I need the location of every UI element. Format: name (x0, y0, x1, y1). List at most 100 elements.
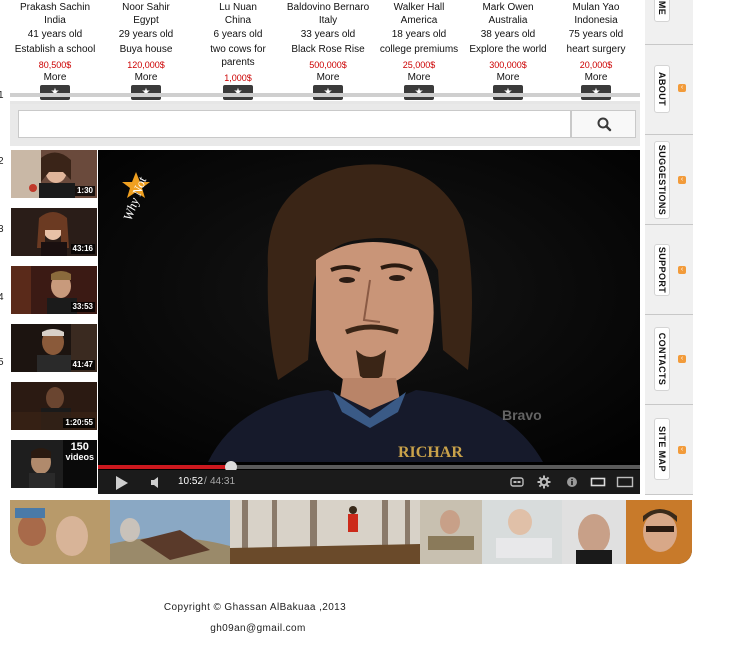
more-link[interactable]: More (283, 72, 373, 84)
row-number: 4 (0, 292, 4, 303)
person-age: 29 years old (118, 29, 174, 40)
person-card: Noor Sahir Egypt 29 years old Buya house… (101, 0, 191, 104)
video-thumbnail[interactable]: 33:53 (11, 266, 97, 314)
video-frame[interactable]: RICHAR Why Not Bravo (98, 150, 640, 462)
video-thumbnail[interactable]: 1:30 (11, 150, 97, 198)
tab-text: SUGGESTIONS (657, 144, 667, 216)
person-name: Baldovino Bernaro (286, 2, 370, 13)
tab-text: ME (657, 0, 667, 16)
row-number: 2 (0, 156, 4, 167)
time-separator: / (204, 476, 207, 487)
tab-support[interactable]: SUPPORT ‹ (645, 225, 693, 315)
person-goal: Buya house (119, 44, 173, 55)
tab-label[interactable]: SUGGESTIONS (654, 141, 670, 219)
row-number: 1 (0, 90, 4, 101)
tab-text: SITE MAP (657, 426, 667, 472)
tab-site-map[interactable]: SITE MAP ‹ (645, 405, 693, 495)
more-link[interactable]: More (374, 72, 464, 84)
row-number: 5 (0, 357, 4, 368)
more-link[interactable]: More (551, 72, 641, 84)
person-country: Italy (318, 15, 338, 26)
person-name: Lu Nuan (219, 2, 257, 13)
arrow-left-icon: ‹ (678, 84, 686, 92)
video-duration: 33:53 (70, 302, 95, 312)
progress-fill (98, 465, 231, 469)
banner-collage (10, 500, 692, 564)
search-button[interactable] (571, 110, 636, 138)
play-icon[interactable] (116, 476, 128, 490)
video-duration: 1:30 (74, 186, 95, 196)
person-country: India (44, 15, 66, 26)
info-icon[interactable] (566, 475, 578, 489)
person-amount: 500,000$ (309, 60, 347, 70)
person-card: Lu Nuan China 6 years old two cows for p… (193, 0, 283, 104)
video-thumbnail-list: 1:30 43:16 33:53 41:47 1:20:55 150 video… (10, 148, 98, 494)
playlist-thumbnail[interactable]: 150 videos (11, 440, 97, 488)
captions-icon[interactable] (510, 475, 524, 489)
shirt-print: RICHAR (398, 444, 463, 461)
person-goal: Establish a school (14, 44, 96, 55)
person-card: Walker Hall America 18 years old college… (374, 0, 464, 104)
video-thumbnail[interactable]: 41:47 (11, 324, 97, 372)
person-amount: 300,000$ (489, 60, 527, 70)
person-amount: 20,000$ (579, 60, 613, 70)
person-goal: college premiums (379, 44, 459, 55)
tab-label[interactable]: ABOUT (654, 65, 670, 113)
more-link[interactable]: More (10, 72, 100, 84)
channel-watermark: Bravo (502, 407, 542, 423)
person-name: Prakash Sachin (19, 2, 91, 13)
person-country: Egypt (133, 15, 159, 26)
person-country: China (224, 15, 252, 26)
tab-label[interactable]: SITE MAP (654, 418, 670, 480)
person-amount: 120,000$ (127, 60, 165, 70)
more-link[interactable]: More (463, 72, 553, 84)
person-age: 33 years old (300, 29, 356, 40)
playlist-count-number: 150 (70, 441, 89, 453)
magnifier-icon (597, 117, 612, 132)
person-name: Mulan Yao (572, 2, 620, 13)
search-input[interactable] (18, 110, 571, 138)
tab-home[interactable]: ME (645, 0, 693, 45)
person-card: Baldovino Bernaro Italy 33 years old Bla… (283, 0, 373, 104)
person-country: America (400, 15, 438, 26)
person-name: Walker Hall (393, 2, 445, 13)
tab-suggestions[interactable]: SUGGESTIONS ‹ (645, 135, 693, 225)
tab-about[interactable]: ABOUT ‹ (645, 45, 693, 135)
theater-mode-icon[interactable] (590, 475, 606, 489)
contact-email[interactable]: gh09an@gmail.com (0, 623, 516, 634)
playlist-count-label: videos (65, 452, 94, 462)
person-amount: 80,500$ (38, 60, 72, 70)
video-still: RICHAR Why Not Bravo (98, 150, 640, 462)
person-card: Prakash Sachin India 41 years old Establ… (10, 0, 100, 104)
person-goal: Explore the world (469, 44, 547, 55)
gear-icon[interactable] (537, 475, 551, 489)
copyright-text: Copyright © Ghassan AlBakuaa ,2013 (163, 602, 347, 613)
arrow-left-icon: ‹ (678, 446, 686, 454)
video-thumbnail[interactable]: 1:20:55 (11, 382, 97, 430)
tab-label[interactable]: CONTACTS (654, 327, 670, 391)
cards-divider (10, 93, 640, 97)
volume-icon[interactable] (150, 476, 164, 489)
progress-bar[interactable] (98, 461, 640, 473)
video-thumbnail[interactable]: 43:16 (11, 208, 97, 256)
person-goal: two cows for parents (210, 44, 266, 68)
person-age: 38 years old (480, 29, 536, 40)
tab-label[interactable]: ME (654, 0, 670, 22)
person-name: Mark Owen (482, 2, 534, 13)
video-player[interactable]: RICHAR Why Not Bravo 10:52 / 44:31 (98, 150, 640, 494)
person-country: Australia (488, 15, 528, 26)
arrow-left-icon: ‹ (678, 355, 686, 363)
person-age: 6 years old (213, 29, 263, 40)
photo-banner (10, 500, 692, 564)
tab-text: CONTACTS (657, 332, 667, 386)
tab-label[interactable]: SUPPORT (654, 244, 670, 296)
player-controls: 10:52 / 44:31 (98, 470, 640, 494)
playlist-count: 150 videos (65, 441, 94, 463)
person-country: Indonesia (574, 15, 618, 26)
more-link[interactable]: More (101, 72, 191, 84)
tab-text: SUPPORT (657, 246, 667, 294)
fullscreen-icon[interactable] (616, 475, 634, 489)
tab-contacts[interactable]: CONTACTS ‹ (645, 315, 693, 405)
total-time: 44:31 (210, 476, 236, 487)
side-navigation: ME ABOUT ‹ SUGGESTIONS ‹ SUPPORT ‹ CONTA… (645, 0, 693, 495)
